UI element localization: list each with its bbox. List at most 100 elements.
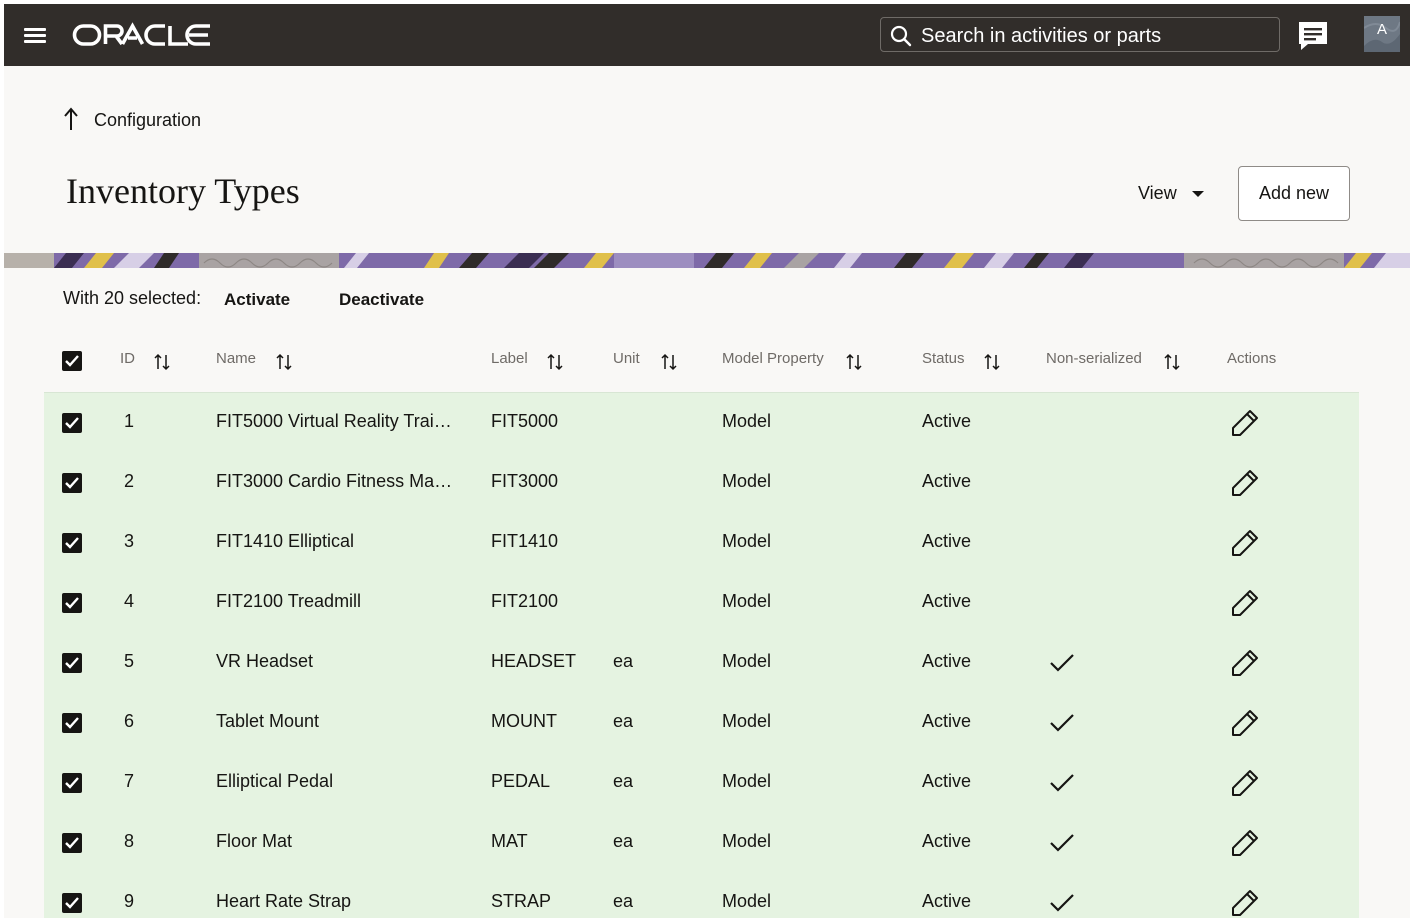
- cell-id: 1: [124, 411, 135, 431]
- non-serialized-check-icon: [1050, 654, 1074, 672]
- oracle-logo[interactable]: [72, 18, 232, 52]
- row-checkbox[interactable]: [62, 893, 82, 913]
- cell-model-property: Model: [722, 651, 772, 671]
- cell-status: Active: [922, 531, 972, 551]
- cell-label: FIT3000: [491, 471, 559, 491]
- avatar-initial: A: [1376, 21, 1387, 38]
- sort-icon[interactable]: [984, 353, 1000, 371]
- row-checkbox[interactable]: [62, 713, 82, 733]
- cell-model-property: Model: [722, 531, 772, 551]
- row-checkbox[interactable]: [62, 413, 82, 433]
- table-row[interactable]: 6 Tablet Mount MOUNT ea Model Active: [44, 693, 1359, 753]
- table-row[interactable]: 9 Heart Rate Strap STRAP ea Model Active: [44, 873, 1359, 918]
- sort-icon[interactable]: [547, 353, 563, 371]
- cell-name: VR Headset: [216, 651, 314, 671]
- checkmark-icon: [65, 477, 79, 489]
- cell-unit: ea: [613, 771, 634, 791]
- col-header-actions: Actions: [1227, 350, 1277, 367]
- col-header-name[interactable]: Name: [216, 350, 256, 367]
- edit-pencil-icon[interactable]: [1230, 468, 1260, 498]
- edit-pencil-icon[interactable]: [1230, 768, 1260, 798]
- cell-status: Active: [922, 891, 972, 911]
- cell-name: Elliptical Pedal: [216, 771, 334, 791]
- edit-pencil-icon[interactable]: [1230, 528, 1260, 558]
- cell-id: 3: [124, 531, 135, 551]
- avatar[interactable]: A: [1364, 16, 1400, 52]
- col-header-id[interactable]: ID: [120, 350, 135, 367]
- checkmark-icon: [65, 897, 79, 909]
- col-header-non-serialized[interactable]: Non-serialized: [1046, 350, 1142, 367]
- cell-label: PEDAL: [491, 771, 551, 791]
- col-header-status[interactable]: Status: [922, 350, 965, 367]
- table-body: 1 FIT5000 Virtual Reality Trai… FIT5000 Mod…: [44, 392, 1359, 918]
- checkmark-icon: [65, 597, 79, 609]
- cell-label: FIT1410: [491, 531, 559, 551]
- table-row[interactable]: 3 FIT1410 Elliptical FIT1410 Model Active: [44, 513, 1359, 573]
- cell-id: 5: [124, 651, 135, 671]
- search-input[interactable]: Search in activities or parts: [880, 17, 1280, 52]
- hamburger-menu-icon[interactable]: [22, 23, 50, 47]
- cell-model-property: Model: [722, 891, 772, 911]
- deactivate-button[interactable]: Deactivate: [339, 290, 424, 310]
- chat-icon[interactable]: [1296, 19, 1330, 53]
- cell-id: 4: [124, 591, 135, 611]
- row-checkbox[interactable]: [62, 473, 82, 493]
- select-all-checkbox[interactable]: [62, 351, 82, 371]
- sort-icon[interactable]: [276, 353, 292, 371]
- cell-status: Active: [922, 651, 972, 671]
- row-checkbox[interactable]: [62, 533, 82, 553]
- checkmark-icon: [65, 417, 79, 429]
- col-header-unit[interactable]: Unit: [613, 350, 640, 367]
- table-row[interactable]: 7 Elliptical Pedal PEDAL ea Model Active: [44, 753, 1359, 813]
- edit-pencil-icon[interactable]: [1230, 408, 1260, 438]
- cell-name: FIT1410 Elliptical: [216, 531, 355, 551]
- cell-name: Heart Rate Strap: [216, 891, 352, 911]
- app-frame: Search in activities or parts A Configur…: [4, 4, 1410, 918]
- edit-pencil-icon[interactable]: [1230, 648, 1260, 678]
- cell-label: FIT2100: [491, 591, 559, 611]
- row-checkbox[interactable]: [62, 773, 82, 793]
- col-header-label[interactable]: Label: [491, 350, 528, 367]
- cell-model-property: Model: [722, 471, 772, 491]
- table-row[interactable]: 5 VR Headset HEADSET ea Model Active: [44, 633, 1359, 693]
- edit-pencil-icon[interactable]: [1230, 708, 1260, 738]
- cell-name: Tablet Mount: [216, 711, 320, 731]
- sort-icon[interactable]: [1164, 353, 1180, 371]
- checkmark-icon: [65, 657, 79, 669]
- selection-info: With 20 selected:: [63, 288, 202, 308]
- cell-unit: ea: [613, 711, 634, 731]
- non-serialized-check-icon: [1050, 714, 1074, 732]
- cell-name: FIT2100 Treadmill: [216, 591, 362, 611]
- caret-down-icon: [1192, 191, 1204, 197]
- table-row[interactable]: 4 FIT2100 Treadmill FIT2100 Model Active: [44, 573, 1359, 633]
- sort-icon[interactable]: [846, 353, 862, 371]
- checkmark-icon: [65, 537, 79, 549]
- table-row[interactable]: 8 Floor Mat MAT ea Model Active: [44, 813, 1359, 873]
- view-label: View: [1138, 183, 1177, 203]
- decorative-banner: [4, 253, 1410, 268]
- checkmark-icon: [65, 777, 79, 789]
- cell-label: MAT: [491, 831, 528, 851]
- activate-button[interactable]: Activate: [224, 290, 290, 310]
- edit-pencil-icon[interactable]: [1230, 828, 1260, 858]
- sort-icon[interactable]: [661, 353, 677, 371]
- row-checkbox[interactable]: [62, 653, 82, 673]
- cell-model-property: Model: [722, 411, 772, 431]
- page-title: Inventory Types: [66, 171, 300, 211]
- edit-pencil-icon[interactable]: [1230, 588, 1260, 618]
- edit-pencil-icon[interactable]: [1230, 888, 1260, 918]
- cell-status: Active: [922, 771, 972, 791]
- col-header-model-property[interactable]: Model Property: [722, 350, 824, 367]
- cell-status: Active: [922, 831, 972, 851]
- table-row[interactable]: 1 FIT5000 Virtual Reality Trai… FIT5000 Mod…: [44, 393, 1359, 453]
- sort-icon[interactable]: [154, 353, 170, 371]
- row-checkbox[interactable]: [62, 833, 82, 853]
- breadcrumb-label: Configuration: [94, 110, 202, 130]
- add-new-button[interactable]: Add new: [1238, 166, 1350, 221]
- table-row[interactable]: 2 FIT3000 Cardio Fitness Ma… FIT3000 Model A…: [44, 453, 1359, 513]
- checkmark-icon: [65, 355, 79, 367]
- non-serialized-check-icon: [1050, 894, 1074, 912]
- cell-name: FIT5000 Virtual Reality Trai…: [216, 411, 452, 431]
- row-checkbox[interactable]: [62, 593, 82, 613]
- top-bar: Search in activities or parts A: [4, 4, 1410, 66]
